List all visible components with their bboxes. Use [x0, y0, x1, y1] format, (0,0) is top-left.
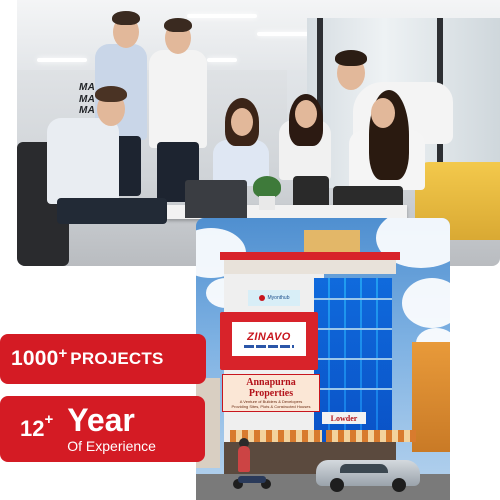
- zinavo-signboard: ZINAVO: [232, 322, 306, 356]
- lowder-signboard: Lowder: [322, 412, 366, 424]
- projects-count: 1000: [11, 347, 59, 370]
- laptop: [185, 180, 247, 218]
- ceiling-light: [187, 14, 257, 18]
- glass-divider: [314, 328, 392, 330]
- plant-pot: [259, 196, 275, 210]
- ceiling-light: [37, 58, 87, 62]
- small-signboard: Myonthub: [248, 290, 300, 306]
- car-window: [340, 464, 388, 473]
- projects-plus: +: [58, 345, 68, 362]
- scooter-icon: [233, 476, 271, 489]
- experience-count: 12: [20, 416, 45, 441]
- glass-divider: [314, 358, 392, 360]
- experience-plus: +: [44, 411, 54, 428]
- annapurna-title: Annapurna Properties: [246, 377, 296, 399]
- car-wheel: [392, 478, 406, 492]
- building-red-band: [220, 252, 400, 260]
- projects-label: PROJECTS: [70, 349, 164, 368]
- shop-awning: [326, 430, 416, 442]
- annapurna-signboard: Annapurna Properties A Venture of Builde…: [222, 374, 320, 412]
- experience-year-label: Year: [67, 402, 135, 438]
- small-sign-text: Myonthub: [267, 295, 290, 301]
- sign-logo-icon: [258, 295, 265, 301]
- desk-plant: [253, 176, 281, 198]
- projects-stat-badge: 1000 + PROJECTS: [0, 334, 206, 384]
- glass-divider: [314, 298, 392, 300]
- annapurna-subtitle: Providing Sites, Plots & Constructed Hou…: [231, 404, 311, 409]
- experience-subtitle: Of Experience: [67, 438, 156, 454]
- zinavo-brand-text: ZINAVO: [247, 330, 291, 343]
- experience-stat-badge: 12 + Year Of Experience: [0, 396, 205, 462]
- neighbor-building-right: [412, 342, 450, 452]
- zinavo-stripes: [244, 344, 294, 348]
- parked-car: [316, 460, 420, 492]
- ceiling-light: [207, 58, 237, 62]
- experience-text: Year Of Experience: [67, 404, 156, 454]
- car-wheel: [330, 478, 344, 492]
- cloud: [402, 278, 450, 328]
- office-building-photo: Myonthub ZINAVO Annapurna Properties A V…: [196, 218, 450, 500]
- glass-divider: [314, 388, 392, 390]
